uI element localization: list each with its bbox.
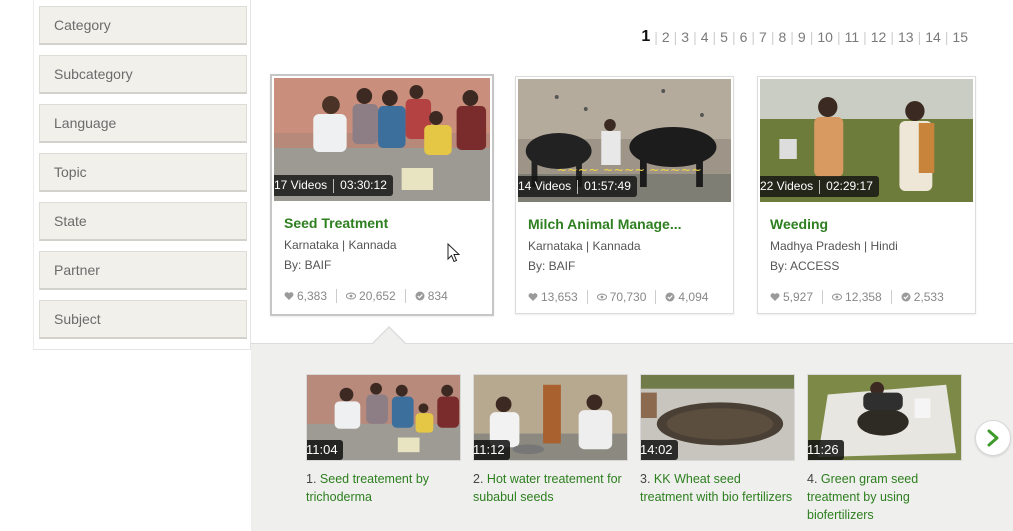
video-number: 4. [807, 472, 818, 486]
page-link[interactable]: 9 [794, 27, 810, 47]
page-link[interactable]: 3 [677, 27, 693, 47]
video-item[interactable]: 14:02 3. KK Wheat seed treatment with bi… [640, 374, 795, 506]
video-thumbnail[interactable]: 11:04 [306, 374, 461, 461]
check-circle-icon [665, 292, 675, 302]
video-duration: 11:26 [808, 440, 844, 460]
heart-icon [284, 292, 294, 300]
total-duration: 03:30:12 [340, 178, 387, 192]
video-item[interactable]: 11:04 1. Seed treatement by trichoderma [306, 374, 461, 506]
filter-state[interactable]: State [39, 202, 247, 241]
collection-card[interactable]: ~~~~ ~~~~ ~~~~~ 14 Videos 01:57:49 Milch … [515, 76, 734, 314]
eye-icon [596, 293, 607, 301]
video-title[interactable]: 2. Hot water treatement for subabul seed… [473, 470, 628, 506]
views-count: 12,358 [845, 290, 882, 304]
page-link[interactable]: 4 [697, 27, 713, 47]
pagination: 1 | 2 | 3 | 4 | 5 | 6 | 7 | 8 | 9 | 10 | 11 | 12 | 1… [637, 27, 972, 47]
collection-title[interactable]: Milch Animal Manage... [528, 216, 682, 232]
collection-stats: 5,927 12,358 2,533 [770, 290, 944, 304]
collection-partner: By: BAIF [528, 259, 576, 273]
next-videos-button[interactable] [975, 420, 1011, 456]
collection-title[interactable]: Seed Treatment [284, 215, 388, 231]
video-title[interactable]: 1. Seed treatement by trichoderma [306, 470, 461, 506]
filter-language[interactable]: Language [39, 104, 247, 143]
collection-location: Karnataka | Kannada [284, 238, 397, 252]
page-link[interactable]: 8 [774, 27, 790, 47]
check-circle-icon [901, 292, 911, 302]
total-duration: 01:57:49 [584, 179, 631, 193]
video-duration: 14:02 [641, 440, 678, 460]
page-link[interactable]: 7 [755, 27, 771, 47]
page-link[interactable]: 6 [736, 27, 752, 47]
video-title-text: Seed treatement by trichoderma [306, 472, 430, 504]
video-duration: 11:04 [307, 440, 343, 460]
video-title-text: KK Wheat seed treatment with bio fertili… [640, 472, 793, 504]
total-duration: 02:29:17 [826, 179, 873, 193]
eye-icon [346, 292, 357, 300]
filter-subject[interactable]: Subject [39, 300, 247, 339]
page-link[interactable]: 15 [948, 27, 972, 47]
heart-icon [528, 293, 538, 301]
video-thumbnail[interactable]: 11:12 [473, 374, 628, 461]
video-count: 22 Videos [760, 179, 814, 193]
video-title-text: Green gram seed treatment by using biofe… [807, 472, 919, 522]
collection-thumbnail[interactable]: 22 Videos 02:29:17 [760, 79, 973, 202]
adoptions-count: 2,533 [913, 290, 944, 304]
video-item[interactable]: 11:26 4. Green gram seed treatment by us… [807, 374, 962, 524]
mouse-cursor-icon [447, 243, 461, 263]
video-item[interactable]: 11:12 2. Hot water treatement for subabu… [473, 374, 628, 506]
collection-card[interactable]: 17 Videos 03:30:12 Seed Treatment Karnata… [270, 74, 494, 316]
video-title-text: Hot water treatement for subabul seeds [473, 472, 622, 504]
video-title[interactable]: 3. KK Wheat seed treatment with bio fert… [640, 470, 795, 506]
video-count-badge: 22 Videos 02:29:17 [760, 176, 879, 197]
filter-subcategory[interactable]: Subcategory [39, 55, 247, 94]
eye-icon [832, 293, 843, 301]
video-thumbnail[interactable]: 14:02 [640, 374, 795, 461]
heart-icon [770, 293, 780, 301]
filter-category[interactable]: Category [39, 6, 247, 45]
collection-location: Madhya Pradesh | Hindi [770, 239, 898, 253]
page-link[interactable]: 1 [637, 27, 654, 47]
collection-stats: 6,383 20,652 834 [284, 289, 448, 303]
video-number: 1. [306, 472, 317, 486]
collection-thumbnail[interactable]: 17 Videos 03:30:12 [274, 78, 490, 201]
filter-topic[interactable]: Topic [39, 153, 247, 192]
likes-count: 5,927 [783, 290, 814, 304]
views-count: 20,652 [359, 289, 396, 303]
video-count: 14 Videos [518, 179, 572, 193]
collection-location: Karnataka | Kannada [528, 239, 641, 253]
chevron-right-icon [987, 429, 999, 447]
video-number: 3. [640, 472, 651, 486]
likes-count: 13,653 [541, 290, 578, 304]
check-circle-icon [415, 291, 425, 301]
video-count-badge: 17 Videos 03:30:12 [274, 175, 393, 196]
video-thumbnail[interactable]: 11:26 [807, 374, 962, 461]
video-title[interactable]: 4. Green gram seed treatment by using bi… [807, 470, 962, 524]
video-number: 2. [473, 472, 484, 486]
collection-partner: By: ACCESS [770, 259, 840, 273]
collection-partner: By: BAIF [284, 258, 332, 272]
page-link[interactable]: 13 [894, 27, 918, 47]
page-link[interactable]: 14 [921, 27, 945, 47]
collection-title[interactable]: Weeding [770, 216, 828, 232]
collection-card[interactable]: 22 Videos 02:29:17 Weeding Madhya Pradesh… [757, 76, 976, 314]
video-count: 17 Videos [274, 178, 328, 192]
video-duration: 11:12 [474, 440, 510, 460]
collection-stats: 13,653 70,730 4,094 [528, 290, 708, 304]
panel-pointer [373, 328, 405, 344]
page-link[interactable]: 11 [841, 27, 864, 47]
likes-count: 6,383 [297, 289, 328, 303]
views-count: 70,730 [609, 290, 647, 304]
filter-sidebar: Category Subcategory Language Topic Stat… [33, 0, 251, 350]
page-link[interactable]: 10 [813, 27, 837, 47]
page-link[interactable]: 2 [658, 27, 674, 47]
video-count-badge: 14 Videos 01:57:49 [518, 176, 637, 197]
page-link[interactable]: 12 [867, 27, 891, 47]
page-link[interactable]: 5 [716, 27, 732, 47]
adoptions-count: 834 [427, 289, 448, 303]
adoptions-count: 4,094 [678, 290, 709, 304]
filter-partner[interactable]: Partner [39, 251, 247, 290]
collection-thumbnail[interactable]: ~~~~ ~~~~ ~~~~~ 14 Videos 01:57:49 [518, 79, 731, 202]
